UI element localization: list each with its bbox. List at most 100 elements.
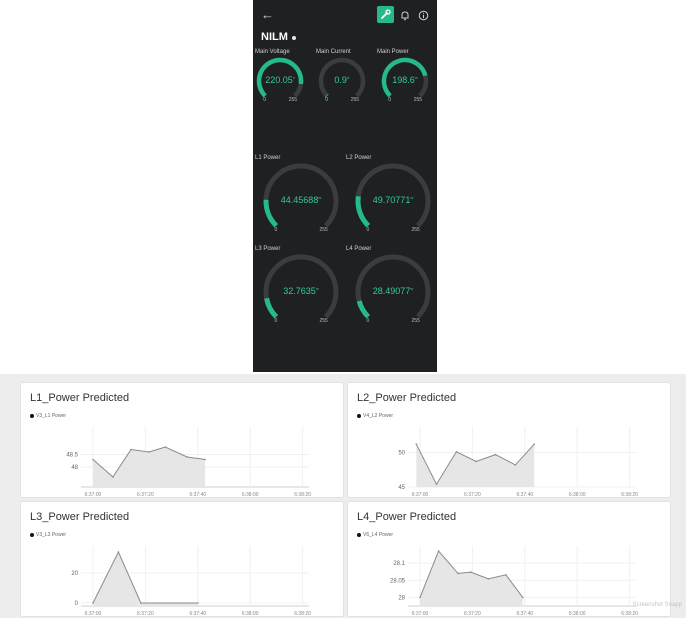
chart-panel-l2: L2_Power Predicted V4_L2 Power 6:37:00 6:… — [347, 382, 671, 498]
chart-title: L4_Power Predicted — [357, 511, 457, 523]
gauge-unit: w — [318, 195, 322, 200]
gauge-value-number: 0.9 — [334, 75, 347, 85]
y-tick-label: 45 — [398, 485, 405, 491]
x-tick-label: 6:37:00 — [412, 492, 429, 497]
data-point — [117, 551, 120, 553]
x-tick-label: 6:37:20 — [464, 611, 481, 616]
x-tick-label: 6:37:00 — [412, 611, 429, 616]
app-title: NILM — [261, 31, 288, 43]
chart-panel-l3: L3_Power Predicted V3_L3 Power 6:37:00 6:… — [20, 501, 344, 617]
x-tick-label: 6:37:40 — [516, 492, 533, 497]
dashboard-area: L1_Power Predicted V3_L1 Power 6:37:00 6:… — [0, 374, 686, 618]
gauge-value: 44.45688w — [266, 195, 336, 205]
legend-marker — [30, 413, 34, 418]
x-tick-label: 6:37:40 — [189, 611, 206, 616]
app-top-bar: ← — [253, 0, 437, 30]
x-tick-label: 6:38:20 — [294, 492, 311, 497]
watermark: Screenshot Snapp — [632, 602, 682, 608]
data-point — [457, 572, 459, 575]
gauge-label: L4 Power — [346, 246, 372, 252]
chart-l4-svg: 6:37:006:37:206:37:406:38:006:38:206:38:… — [390, 546, 638, 616]
bell-icon[interactable] — [400, 8, 410, 26]
chart-title: L1_Power Predicted — [30, 392, 130, 404]
gauge-value: 0.9A — [321, 75, 363, 85]
gauge-value-number: 220.05 — [265, 75, 293, 85]
y-tick-label: 48.5 — [66, 453, 78, 459]
legend-label: V3_L1 Power — [36, 413, 67, 419]
y-tick-label: 48 — [71, 465, 78, 471]
data-point — [164, 446, 167, 448]
gauge-min: 0 — [274, 318, 278, 325]
chart-legend: V6_L4 Power — [357, 532, 393, 538]
x-tick-label: 6:38:20 — [621, 611, 638, 616]
y-tick-label: 28.1 — [393, 561, 405, 567]
data-point — [112, 476, 114, 478]
arrow-left-icon[interactable]: ← — [261, 7, 274, 22]
y-tick-label: 28 — [398, 595, 405, 601]
wrench-icon[interactable] — [377, 6, 394, 23]
data-point — [197, 602, 199, 604]
gauge-value-number: 32.7635 — [283, 286, 316, 296]
gauge-value-number: 28.49077 — [372, 286, 411, 296]
gauge-min: 0 — [366, 318, 370, 325]
legend-marker — [357, 532, 361, 537]
data-point — [475, 460, 477, 463]
gauge-unit: w — [410, 286, 414, 291]
series-area — [416, 444, 535, 487]
chart-l1-svg: 6:37:006:37:206:37:406:38:006:38:206:38:… — [66, 427, 311, 497]
legend-label: V4_L2 Power — [363, 413, 394, 419]
gauge-unit: w — [410, 195, 414, 200]
gauge-value-number: 44.45688 — [280, 195, 319, 205]
data-point — [437, 550, 440, 552]
gauge-min: 0 — [388, 96, 392, 103]
gauge-max: 255 — [411, 227, 420, 234]
gauge-max: 255 — [413, 96, 423, 103]
chart-legend: V3_L3 Power — [30, 532, 66, 538]
gauge-value: 28.49077w — [358, 286, 428, 296]
gauge-unit: w — [315, 286, 319, 291]
gauge-label: L1 Power — [255, 155, 281, 161]
data-point — [470, 571, 472, 573]
chart-title: L3_Power Predicted — [30, 511, 130, 523]
data-point — [455, 451, 458, 453]
legend-marker — [30, 532, 34, 537]
chart-panel-l4: L4_Power Predicted V6_L4 Power 6:37:00 6:… — [347, 501, 671, 617]
data-point — [521, 596, 524, 599]
gauge-label: L2 Power — [346, 155, 372, 161]
gauge-label: Main Voltage — [255, 49, 290, 55]
x-tick-label: 6:38:00 — [569, 611, 586, 616]
data-point — [533, 443, 535, 445]
gauge-label: Main Current — [316, 49, 351, 55]
gauge-unit: w — [414, 75, 418, 80]
x-tick-label: 6:37:40 — [516, 611, 533, 616]
gauge-value-number: 49.70771 — [372, 195, 411, 205]
x-tick-label: 6:37:20 — [137, 611, 154, 616]
chart-panel-l1: L1_Power Predicted V3_L1 Power 6:37:00 6:… — [20, 382, 344, 498]
gauge-max: 255 — [350, 96, 360, 103]
data-point — [435, 483, 438, 485]
chart-legend: V4_L2 Power — [357, 413, 393, 419]
gauge-value: 220.05v — [259, 75, 301, 85]
chart-legend: V3_L1 Power — [30, 413, 66, 419]
x-tick-label: 6:37:00 — [85, 611, 102, 616]
gauge-value-number: 198.6 — [392, 75, 415, 85]
gauge-max: 255 — [319, 318, 328, 325]
y-tick-label: 50 — [398, 451, 405, 457]
gauge-min: 0 — [366, 227, 370, 234]
gauge-unit: A — [346, 75, 350, 80]
data-point — [415, 443, 418, 445]
y-tick-label: 28.05 — [390, 578, 406, 584]
data-point — [92, 602, 94, 604]
x-tick-label: 6:37:20 — [137, 492, 154, 497]
data-point — [140, 602, 142, 604]
gauge-fill — [264, 297, 279, 319]
x-tick-label: 6:38:00 — [242, 492, 259, 497]
x-tick-label: 6:38:20 — [294, 611, 311, 616]
info-icon[interactable] — [418, 8, 429, 26]
data-point — [494, 453, 497, 456]
x-tick-label: 6:37:20 — [464, 492, 481, 497]
y-tick-label: 20 — [71, 571, 78, 577]
data-point — [148, 451, 150, 453]
x-tick-label: 6:38:00 — [242, 611, 259, 616]
data-point — [419, 596, 421, 599]
